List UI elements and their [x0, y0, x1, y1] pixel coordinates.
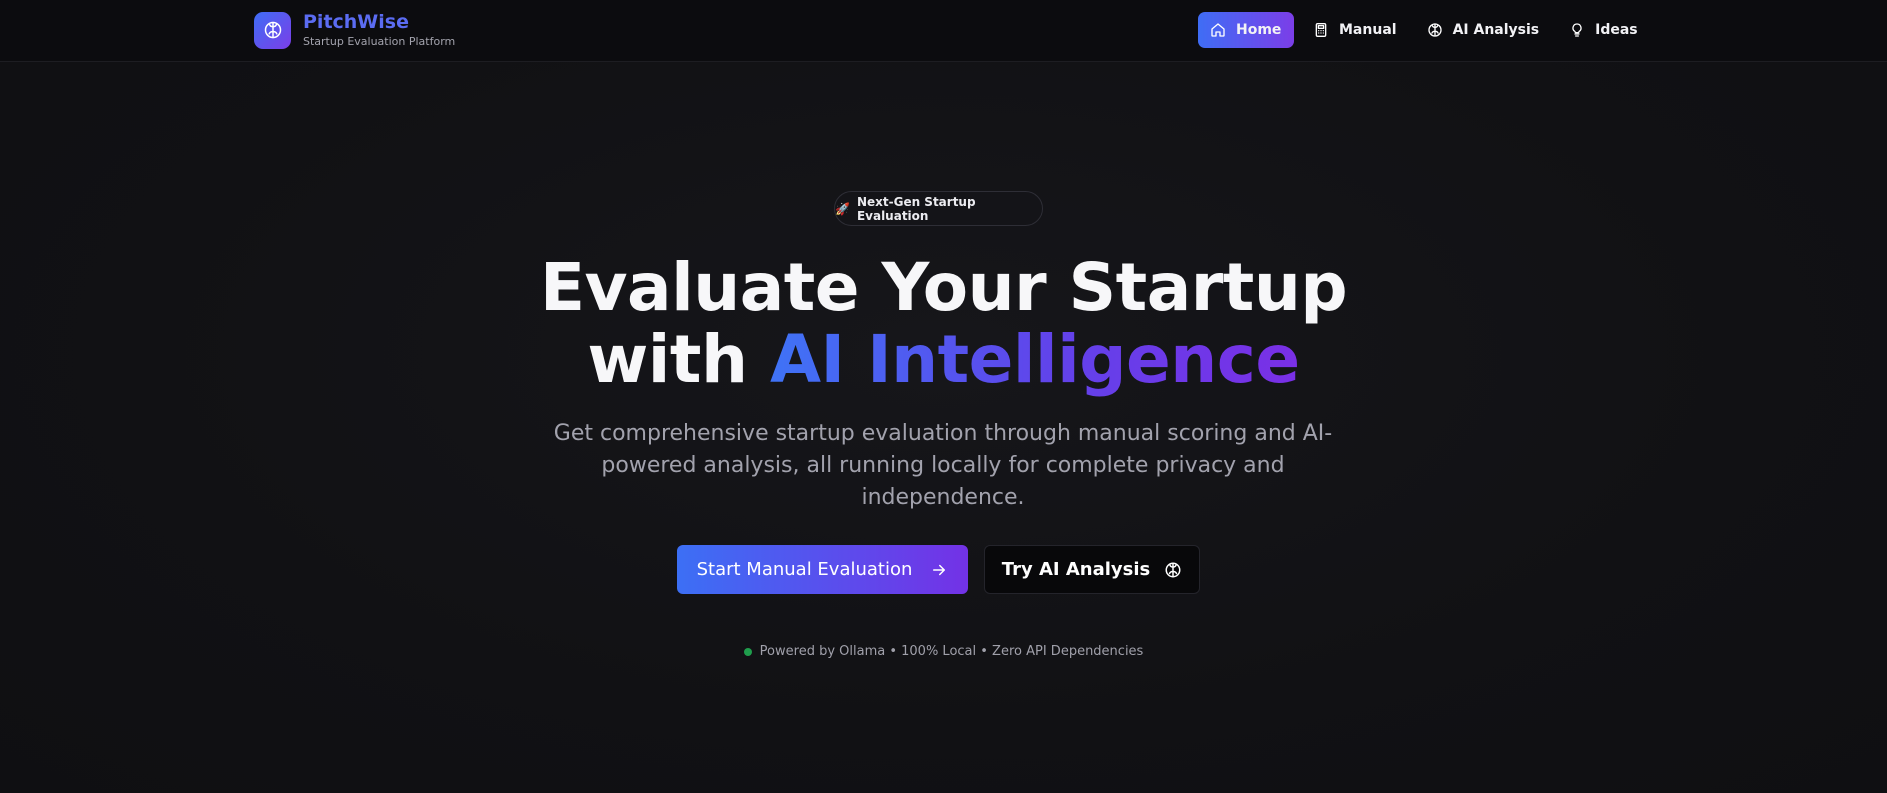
nav-item-ideas[interactable]: Ideas [1558, 12, 1649, 48]
nav-item-label: Manual [1339, 22, 1397, 38]
top-navigation-bar: PitchWise Startup Evaluation Platform Ho… [0, 0, 1887, 62]
hero-section: 🚀 Next-Gen Startup Evaluation Evaluate Y… [0, 62, 1887, 793]
nav-item-label: AI Analysis [1452, 22, 1540, 38]
brand-tagline: Startup Evaluation Platform [303, 35, 456, 48]
arrow-right-icon [930, 561, 948, 579]
badge-text: Next-Gen Startup Evaluation [856, 194, 976, 223]
main-nav: Home Manual AI Analysis Ideas [1198, 12, 1657, 48]
nav-item-manual[interactable]: Manual [1302, 12, 1408, 48]
headline-highlight: AI Intelligence [769, 321, 1300, 398]
brand[interactable]: PitchWise Startup Evaluation Platform [254, 11, 455, 49]
brand-name: PitchWise [303, 11, 409, 33]
rocket-icon: 🚀 [835, 201, 850, 216]
nav-item-label: Home [1236, 22, 1282, 38]
powered-by-footnote: Powered by Ollama • 100% Local • Zero AP… [0, 644, 1887, 659]
brain-icon [254, 11, 291, 49]
status-dot [743, 647, 752, 656]
feature-badge: 🚀 Next-Gen Startup Evaluation [834, 191, 1043, 226]
try-ai-analysis-button[interactable]: Try AI Analysis [984, 545, 1200, 594]
home-icon [1210, 22, 1226, 38]
nav-item-label: Ideas [1595, 22, 1638, 38]
headline-line-2-plain: with [587, 321, 748, 398]
brain-icon [1427, 22, 1443, 38]
calculator-icon [1313, 22, 1329, 38]
headline-line-1: Evaluate Your Startup [539, 249, 1348, 326]
nav-item-ai-analysis[interactable]: AI Analysis [1416, 12, 1551, 48]
nav-item-home[interactable]: Home [1198, 12, 1294, 48]
hero-headline: Evaluate Your Startup with AI Intelligen… [0, 252, 1887, 396]
lightbulb-icon [1569, 22, 1585, 38]
start-manual-evaluation-button[interactable]: Start Manual Evaluation [677, 545, 968, 594]
footnote-text: Powered by Ollama • 100% Local • Zero AP… [759, 644, 1144, 659]
brain-icon [1164, 561, 1182, 579]
hero-description: Get comprehensive startup evaluation thr… [553, 421, 1333, 510]
button-label: Try AI Analysis [1001, 559, 1151, 580]
button-label: Start Manual Evaluation [696, 559, 913, 580]
